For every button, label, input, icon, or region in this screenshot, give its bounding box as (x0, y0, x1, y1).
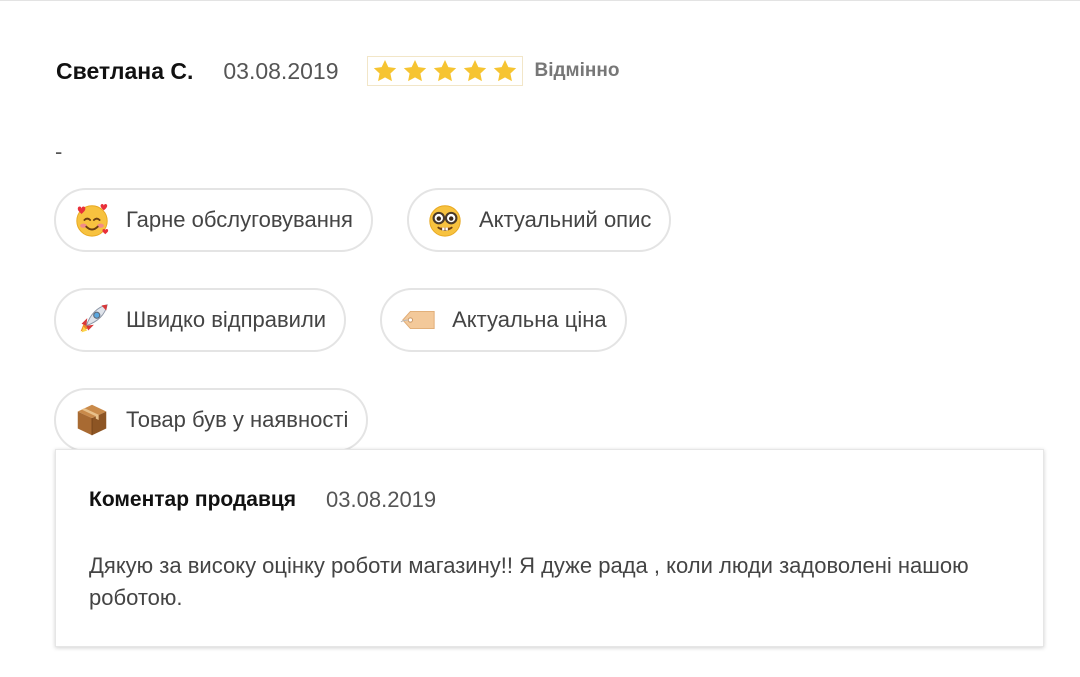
review-card: Светлана С. 03.08.2019 Відмінно - Гарне … (0, 0, 1080, 677)
tag-label: Актуальна ціна (452, 307, 607, 332)
seller-comment-header: Коментар продавця 03.08.2019 (89, 486, 1011, 514)
smiling-face-with-hearts-icon (72, 200, 112, 240)
seller-comment-title: Коментар продавця (89, 488, 297, 511)
star-icon (463, 59, 486, 82)
rating-stars (366, 56, 523, 86)
tag-label: Гарне обслуговування (126, 207, 353, 232)
star-icon (403, 59, 426, 82)
tag-fast-shipping[interactable]: Швидко відправили (54, 288, 347, 352)
star-icon (493, 59, 516, 82)
rating-label: Відмінно (534, 60, 620, 81)
tag-accurate-description[interactable]: Актуальний опис (406, 188, 672, 252)
tag-item-in-stock[interactable]: Товар був у наявності (54, 388, 369, 452)
price-tag-icon (398, 300, 438, 340)
nerd-face-icon (425, 200, 465, 240)
seller-comment-date: 03.08.2019 (326, 487, 437, 512)
tag-actual-price[interactable]: Актуальна ціна (380, 288, 627, 352)
review-author: Светлана С. (56, 57, 194, 84)
review-date: 03.08.2019 (223, 57, 339, 84)
seller-comment: Коментар продавця 03.08.2019 Дякую за ви… (55, 449, 1044, 647)
package-icon (72, 400, 112, 440)
review-tags: Гарне обслуговування Актуальний опис Шви… (54, 188, 854, 452)
star-icon (433, 59, 456, 82)
review-text: - (55, 139, 63, 164)
tag-label: Швидко відправили (126, 307, 327, 332)
tag-label: Товар був у наявності (126, 407, 349, 432)
star-icon (373, 59, 396, 82)
tag-good-service[interactable]: Гарне обслуговування (54, 188, 373, 252)
tag-label: Актуальний опис (478, 207, 652, 232)
rocket-icon (72, 300, 112, 340)
review-header: Светлана С. 03.08.2019 Відмінно (56, 53, 619, 89)
seller-comment-text: Дякую за високу оцінку роботи магазину!!… (89, 553, 969, 610)
